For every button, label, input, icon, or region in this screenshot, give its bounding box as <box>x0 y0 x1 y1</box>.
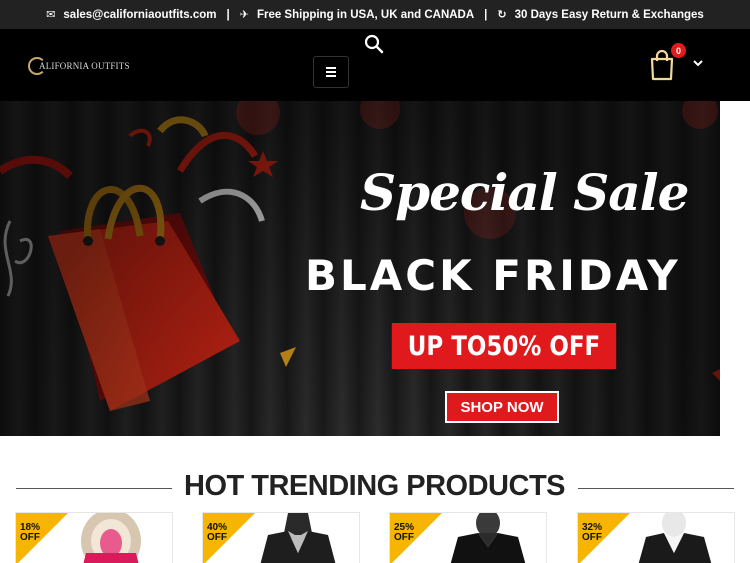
contact-email-link[interactable]: sales@californiaoutfits.com <box>63 9 216 21</box>
product-image <box>260 513 336 563</box>
separator: | <box>484 8 488 21</box>
discount-text: 40% OFF <box>207 523 227 543</box>
product-card[interactable]: 18% OFF <box>15 512 173 563</box>
plane-icon: ✈ <box>239 9 249 21</box>
product-card[interactable]: 40% OFF <box>202 512 360 563</box>
cart-count-badge: 0 <box>671 43 686 58</box>
site-logo[interactable]: ALIFORNIA OUTFITS <box>28 55 130 77</box>
product-image <box>450 513 526 563</box>
discount-text: 25% OFF <box>394 523 414 543</box>
banner-subheadline: BLACK FRIDAY <box>305 251 681 300</box>
discount-off-label: OFF <box>207 532 227 543</box>
product-image <box>638 513 712 563</box>
shop-now-button[interactable]: SHOP NOW <box>445 391 559 423</box>
banner-offer-ribbon: UP TO50% OFF <box>391 323 617 369</box>
divider <box>578 488 734 489</box>
discount-off-label: OFF <box>394 532 414 543</box>
envelope-icon: ✉ <box>46 9 56 21</box>
discount-text: 32% OFF <box>582 523 602 543</box>
divider <box>16 488 172 489</box>
product-card[interactable]: 25% OFF <box>389 512 547 563</box>
site-header: ALIFORNIA OUTFITS 0 <box>0 29 750 101</box>
refresh-icon: ↻ <box>497 9 507 21</box>
section-heading: HOT TRENDING PRODUCTS <box>0 468 750 508</box>
hero-banner[interactable]: Special Sale BLACK FRIDAY UP TO50% OFF S… <box>0 101 720 436</box>
logo-text: ALIFORNIA OUTFITS <box>39 61 130 71</box>
hamburger-icon <box>326 67 336 69</box>
product-card[interactable]: 32% OFF <box>577 512 735 563</box>
top-info-bar: ✉ sales@californiaoutfits.com | ✈ Free S… <box>0 0 750 29</box>
separator: | <box>226 8 230 21</box>
menu-toggle-button[interactable] <box>313 56 349 88</box>
shipping-info: Free Shipping in USA, UK and CANADA <box>256 8 475 21</box>
hamburger-line <box>326 75 336 77</box>
chevron-down-icon[interactable] <box>692 58 704 68</box>
search-icon[interactable] <box>364 34 384 54</box>
banner-headline: Special Sale <box>360 163 689 222</box>
product-image <box>81 513 141 563</box>
discount-off-label: OFF <box>20 532 40 543</box>
section-title: HOT TRENDING PRODUCTS <box>184 470 566 502</box>
discount-off-label: OFF <box>582 532 602 543</box>
hamburger-line <box>326 71 336 73</box>
returns-info: 30 Days Easy Return & Exchanges <box>514 8 704 21</box>
discount-text: 18% OFF <box>20 523 40 543</box>
